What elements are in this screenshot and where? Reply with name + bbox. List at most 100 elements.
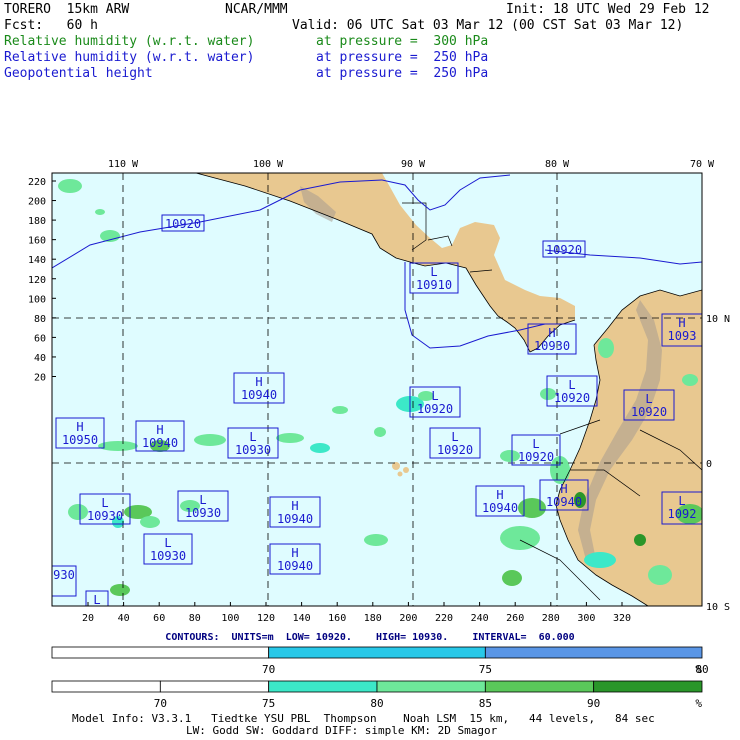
contour-box-type: H [560,482,567,496]
land-galapagos [403,467,409,473]
contour-box-value: 10940 [277,559,313,573]
contour-box-type: L [101,496,108,510]
colorbar-segment [159,680,270,693]
contour-box-value: 10930 [150,549,186,563]
lon-label: 110 W [108,159,139,170]
contour-box-type: L [532,437,539,451]
x-tick-label: 160 [328,613,346,624]
humidity-patch [332,406,348,414]
contours-info: CONTOURS: UNITS=m LOW= 10920. HIGH= 1093… [165,632,575,643]
latitude-labels: 10 N 0 10 S [706,314,730,613]
humidity-patch [310,443,330,453]
humidity-patch [95,209,105,215]
x-tick-label: 20 [82,613,94,624]
contour-box-value: 10940 [241,388,277,402]
contour-box-type: H [255,375,262,389]
lon-label: 80 W [545,159,570,170]
contour-box-value: 1093 [668,329,697,343]
lat-label: 0 [706,459,712,470]
contour-box-value: 10920 [417,402,453,416]
colorbar-segment [484,680,595,693]
x-tick-label: 320 [613,613,631,624]
contour-box-value: 1092 [668,507,697,521]
colorbar-segment [593,680,703,693]
contour-box-value: 10930 [534,339,570,353]
lon-label: 100 W [253,159,284,170]
contour-box-type: L [678,494,685,508]
colorbar-label: 70 [154,697,167,710]
humidity-patch [634,534,646,546]
lat-label: 10 S [706,602,730,613]
y-tick-label: 100 [28,294,46,305]
colorbar-unit: % [695,697,702,710]
weather-map: 1092010920L10910H10930H1093H10940 L10920L… [28,159,730,624]
contour-box-value: 10950 [62,433,98,447]
contour-box-type: H [678,316,685,330]
humidity-patch [374,427,386,437]
x-tick-label: 240 [471,613,489,624]
humidity-patch [110,584,130,596]
y-tick-label: 40 [34,353,46,364]
colorbar-label: 80 [370,697,383,710]
humidity-patch [598,338,614,358]
humidity-patch [364,534,388,546]
humidity-patch [58,179,82,193]
contour-box-type: L [249,430,256,444]
colorbar-segment [484,646,703,659]
contour-box-type: L [568,378,575,392]
contour-box-value: 10920 [554,391,590,405]
contour-box-type: L [199,493,206,507]
land-galapagos [397,471,403,477]
contour-box-type: L [164,536,171,550]
colorbar-label: 85 [479,697,492,710]
contour-box-value: 10920 [437,443,473,457]
contour-box-label: 10920 [542,240,586,258]
colorbar-segment [268,646,486,659]
y-tick-label: 80 [34,314,46,325]
humidity-patch [140,516,160,528]
colorbar-label: 70 [262,663,275,676]
contour-box-value: 10940 [277,512,313,526]
colorbar-label: 75 [479,663,492,676]
y-tick-label: 140 [28,255,46,266]
humidity-patch [276,433,304,443]
contour-box-value: 10930 [185,506,221,520]
contour-box-type: L [430,265,437,279]
colorbar-label: 90 [587,697,600,710]
contour-box-value: 10940 [142,436,178,450]
contour-box-value: 10930 [87,509,123,523]
colorbar-rh300: 70 75 80% [51,646,709,676]
lat-label: 10 N [706,314,730,325]
y-tick-label: 60 [34,333,46,344]
x-tick-label: 180 [364,613,382,624]
contour-box-type: H [496,488,503,502]
humidity-patch [502,570,522,586]
contour-box-type: H [156,423,163,437]
contour-box-type: L [451,430,458,444]
longitude-labels: 110 W 100 W 90 W 80 W 70 W [108,159,715,170]
humidity-patch [584,552,616,568]
humidity-patch [648,565,672,585]
colorbar-segment [51,680,161,693]
colorbar-label: 75 [262,697,275,710]
map-area: 1092010920L10910H10930H1093H10940 L10920L… [52,173,702,606]
y-tick-label: 180 [28,216,46,227]
contour-box-value: 10920 [165,217,201,231]
y-tick-label: 200 [28,197,46,208]
x-tick-label: 200 [399,613,417,624]
humidity-patch [68,504,88,520]
contour-box-value: 930 [53,568,75,582]
y-tick-label: 160 [28,236,46,247]
contour-box-value: 10910 [416,278,452,292]
x-tick-label: 260 [506,613,524,624]
contour-box-value: 10920 [518,450,554,464]
colorbar-segment [51,646,270,659]
y-tick-label: 220 [28,177,46,188]
humidity-patch [194,434,226,446]
x-tick-label: 60 [153,613,165,624]
model-physics: LW: Godd SW: Goddard DIFF: simple KM: 2D… [186,724,498,737]
humidity-patch [500,526,540,550]
x-tick-label: 220 [435,613,453,624]
contour-box-value: 10940 [482,501,518,515]
contour-box-label: 10920 [161,214,205,232]
